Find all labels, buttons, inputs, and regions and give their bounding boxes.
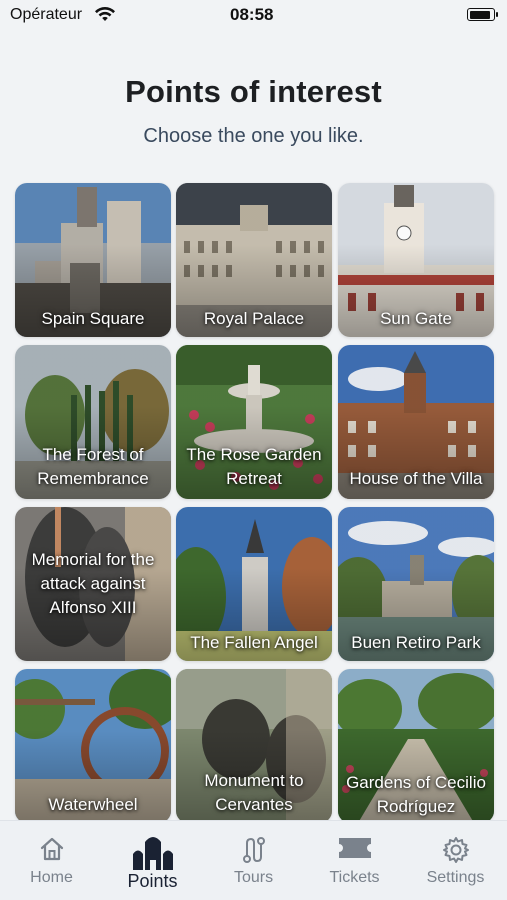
- poi-label: Monument to Cervantes: [204, 771, 304, 814]
- poi-label: The Rose Garden Retreat: [186, 445, 322, 488]
- poi-card-memorial-alfonso[interactable]: Memorial for the attack against Alfonso …: [15, 507, 171, 661]
- poi-label: Royal Palace: [203, 309, 305, 328]
- tab-home[interactable]: Home: [1, 821, 102, 900]
- tab-label: Tours: [233, 869, 274, 886]
- poi-label: The Forest of Remembrance: [37, 445, 149, 488]
- tab-bar: Home Points Tours Tickets Settings: [0, 820, 507, 900]
- tab-points[interactable]: Points: [102, 821, 203, 900]
- poi-card-sun-gate[interactable]: Sun Gate: [338, 183, 494, 337]
- tab-label: Home: [30, 869, 73, 886]
- poi-label: The Fallen Angel: [190, 633, 318, 652]
- poi-card-rose-garden[interactable]: The Rose Garden Retreat: [176, 345, 332, 499]
- tab-label: Points: [127, 871, 178, 891]
- poi-label: Waterwheel: [48, 795, 138, 814]
- poi-card-monument-cervantes[interactable]: Monument to Cervantes: [176, 669, 332, 820]
- poi-card-house-of-the-villa[interactable]: House of the Villa: [338, 345, 494, 499]
- home-icon: [40, 837, 63, 861]
- points-grid: Spain Square Royal Palace Sun Gate The F…: [0, 0, 507, 820]
- poi-label: Spain Square: [41, 309, 145, 328]
- poi-label: Memorial for the attack against Alfonso …: [31, 550, 155, 617]
- tab-label: Tickets: [329, 869, 380, 886]
- poi-card-spain-square[interactable]: Spain Square: [15, 183, 171, 337]
- ticket-icon: [338, 838, 371, 858]
- route-icon: [242, 837, 265, 863]
- poi-label: Gardens of Cecilio Rodríguez: [346, 773, 486, 816]
- tab-tours[interactable]: Tours: [203, 821, 304, 900]
- tab-label: Settings: [426, 869, 485, 886]
- poi-card-buen-retiro[interactable]: Buen Retiro Park: [338, 507, 494, 661]
- tab-tickets[interactable]: Tickets: [304, 821, 405, 900]
- poi-card-forest-of-remembrance[interactable]: The Forest of Remembrance: [15, 345, 171, 499]
- poi-card-waterwheel[interactable]: Waterwheel: [15, 669, 171, 820]
- poi-card-gardens-cecilio[interactable]: Gardens of Cecilio Rodríguez: [338, 669, 494, 820]
- tab-settings[interactable]: Settings: [405, 821, 506, 900]
- cathedral-icon: [132, 837, 173, 870]
- gear-icon: [442, 837, 469, 863]
- poi-label: Sun Gate: [380, 309, 452, 328]
- poi-card-fallen-angel[interactable]: The Fallen Angel: [176, 507, 332, 661]
- poi-label: Buen Retiro Park: [351, 633, 481, 652]
- poi-card-royal-palace[interactable]: Royal Palace: [176, 183, 332, 337]
- poi-label: House of the Villa: [349, 469, 483, 488]
